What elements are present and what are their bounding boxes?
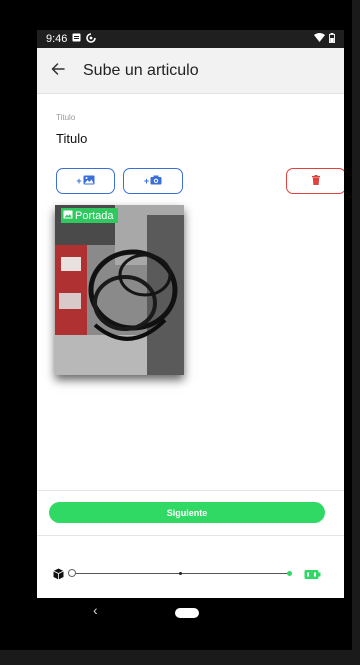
divider <box>37 535 344 536</box>
plus-label: + <box>76 176 82 186</box>
system-nav-bar: ‹ <box>37 598 344 628</box>
image-icon <box>63 210 73 222</box>
title-field-label: Titulo <box>56 113 76 122</box>
progress-current-marker <box>178 572 182 575</box>
app-bar: Sube un articulo <box>37 48 344 94</box>
arrow-left-icon <box>51 62 65 80</box>
nav-back-icon[interactable]: ‹ <box>93 602 98 618</box>
sync-icon <box>86 32 97 46</box>
cube-icon <box>53 567 64 585</box>
device-edge <box>0 650 360 665</box>
add-camera-button[interactable]: + <box>123 168 183 194</box>
cover-label: Portada <box>75 209 114 222</box>
photo-image <box>55 205 184 375</box>
photo-thumbnail[interactable]: Portada <box>55 205 184 375</box>
status-time: 9:46 <box>46 33 68 45</box>
status-bar: 9:46 <box>37 30 344 48</box>
phone-screen: 9:46 Sube un articulo Titulo Titulo + + … <box>37 30 344 628</box>
back-button[interactable] <box>37 48 79 94</box>
progress-start-marker <box>68 569 76 577</box>
progress-end-marker <box>287 571 292 576</box>
add-camera-icon <box>150 172 162 190</box>
delete-photo-button[interactable] <box>286 168 344 194</box>
add-photo-gallery-button[interactable]: + <box>56 168 115 194</box>
notification-icon <box>72 33 81 45</box>
plus-label: + <box>143 176 150 186</box>
add-photo-gallery-icon <box>83 172 95 190</box>
trash-icon <box>312 172 320 190</box>
progress-stepper <box>49 564 331 584</box>
title-field-input[interactable]: Titulo <box>56 131 324 147</box>
battery-icon <box>304 567 321 585</box>
divider <box>37 490 344 491</box>
battery-icon <box>329 32 335 46</box>
wifi-icon <box>314 33 325 45</box>
page-title: Sube un articulo <box>83 61 199 79</box>
cover-badge: Portada <box>61 208 118 223</box>
nav-home-button[interactable] <box>175 608 199 618</box>
device-edge <box>352 0 360 665</box>
next-button[interactable]: Siguiente <box>49 502 325 523</box>
title-field[interactable]: Titulo Titulo <box>56 113 324 147</box>
